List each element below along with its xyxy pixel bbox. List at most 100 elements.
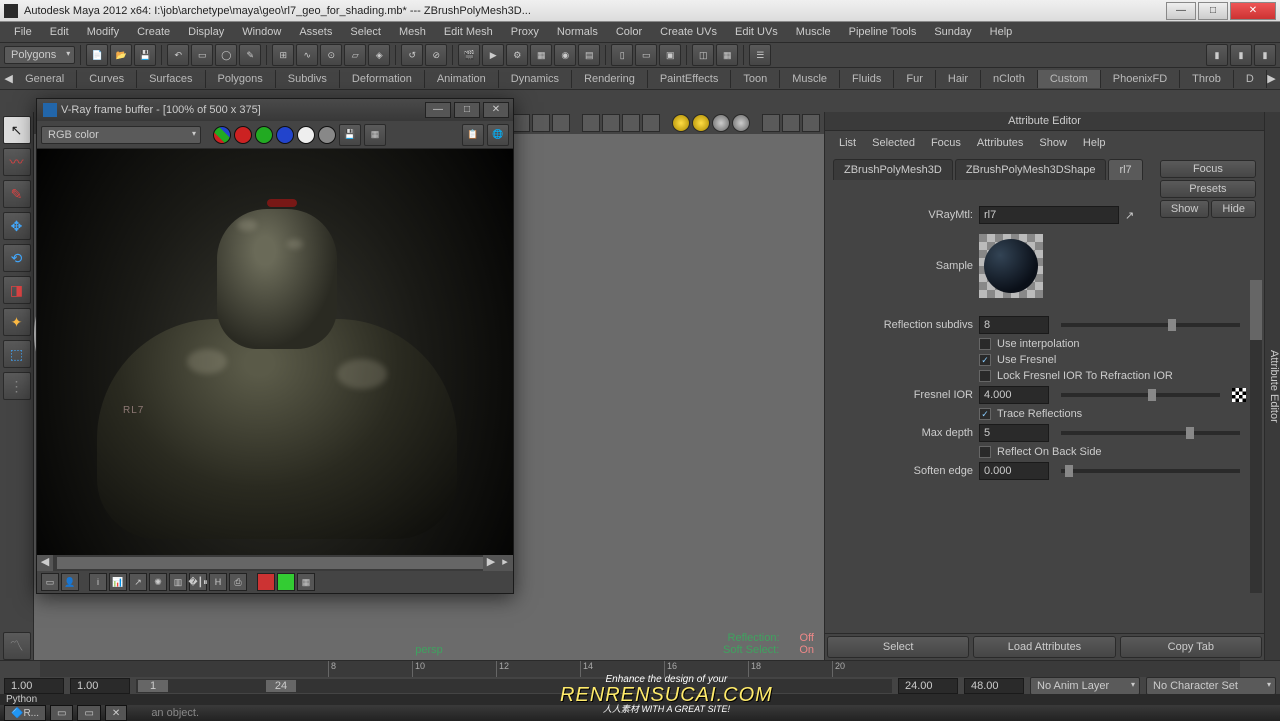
shelf-deformation[interactable]: Deformation [340,70,425,88]
save-scene-icon[interactable]: 💾 [134,44,156,66]
menu-editmesh[interactable]: Edit Mesh [436,24,501,40]
track-mouse-icon[interactable]: ▭ [41,573,59,591]
ipr-icon[interactable]: ▶ [482,44,504,66]
levels-icon[interactable]: 📊 [109,573,127,591]
green-channel-icon[interactable] [255,126,273,144]
layout2-icon[interactable]: ▭ [635,44,657,66]
vp-shadows-icon[interactable] [712,114,730,132]
srgb-icon[interactable]: ▥ [169,573,187,591]
shelf-toon[interactable]: Toon [731,70,780,88]
vfb-hscrollbar[interactable]: ◀ ▶ ▸ [37,555,513,571]
vfb-maximize-button[interactable]: □ [454,102,480,118]
select-button[interactable]: Select [827,636,969,658]
taskbar-app[interactable]: 🔷 R... [4,705,46,721]
last-tool-icon[interactable]: ⋮ [3,372,31,400]
render-view-icon[interactable]: ▦ [530,44,552,66]
taskbar-close[interactable]: ✕ [105,705,127,721]
use-interpolation-checkbox[interactable] [979,338,991,350]
attr-tab-material[interactable]: rl7 [1108,159,1142,180]
renderlayer-icon[interactable]: ▤ [578,44,600,66]
anim-layer-dropdown[interactable]: No Anim Layer [1030,677,1140,695]
shelf-surfaces[interactable]: Surfaces [137,70,205,88]
rgb-channel-icon[interactable] [213,126,231,144]
rotate-tool-icon[interactable]: ⟲ [3,244,31,272]
red-channel-icon[interactable] [234,126,252,144]
render-globals-icon[interactable]: ⚙ [506,44,528,66]
scroll-end-icon[interactable]: ▸ [497,555,513,571]
vfb-titlebar[interactable]: V-Ray frame buffer - [100% of 500 x 375]… [37,99,513,121]
mode-dropdown[interactable]: Polygons [4,46,75,64]
channel-dropdown[interactable]: RGB color [41,126,201,144]
lasso-tool-icon[interactable]: ◯ [215,44,237,66]
history-on-icon[interactable]: ↺ [401,44,423,66]
menu-create[interactable]: Create [129,24,178,40]
menu-mesh[interactable]: Mesh [391,24,434,40]
region-green-icon[interactable] [277,573,295,591]
minimize-button[interactable]: — [1166,2,1196,20]
refl-subdivs-field[interactable]: 8 [979,316,1049,334]
range-slider-end[interactable]: 24 [266,680,296,692]
soften-edge-field[interactable]: 0.000 [979,462,1049,480]
open-scene-icon[interactable]: 📂 [110,44,132,66]
shelf-d[interactable]: D [1234,70,1267,88]
clear-image-icon[interactable]: ▦ [364,124,386,146]
menu-normals[interactable]: Normals [549,24,606,40]
shelf-right-icon[interactable]: ▶ [1267,72,1276,85]
layout3-icon[interactable]: ▣ [659,44,681,66]
menu-edituvs[interactable]: Edit UVs [727,24,786,40]
reflect-back-checkbox[interactable] [979,446,991,458]
shelf-painteffects[interactable]: PaintEffects [648,70,732,88]
vp-grid-icon[interactable] [532,114,550,132]
menu-file[interactable]: File [6,24,40,40]
soften-edge-slider[interactable] [1061,469,1240,473]
taskbar-btn2[interactable]: ▭ [77,705,100,721]
shelf-muscle[interactable]: Muscle [780,70,840,88]
snap-live-icon[interactable]: ◈ [368,44,390,66]
menu-assets[interactable]: Assets [291,24,340,40]
use-fresnel-checkbox[interactable]: ✓ [979,354,991,366]
wire-icon[interactable]: ▦ [716,44,738,66]
attr-tab-shape[interactable]: ZBrushPolyMesh3DShape [955,159,1107,180]
range-end-inner-field[interactable]: 24.00 [898,678,958,694]
paint-tool-icon[interactable]: ✎ [3,180,31,208]
attr-menu-selected[interactable]: Selected [866,135,921,151]
fresnel-ior-slider[interactable] [1061,393,1220,397]
lasso-tool-icon[interactable]: 〰 [3,148,31,176]
menu-window[interactable]: Window [234,24,289,40]
command-line[interactable]: Python [0,694,1280,705]
maximize-button[interactable]: □ [1198,2,1228,20]
shelf-throb[interactable]: Throb [1180,70,1234,88]
menu-muscle[interactable]: Muscle [788,24,839,40]
shelf-dynamics[interactable]: Dynamics [499,70,572,88]
select-tool-icon[interactable]: ↖ [3,116,31,144]
fresnel-ior-field[interactable]: 4.000 [979,386,1049,404]
sidebar-toggle2-icon[interactable]: ▮ [1230,44,1252,66]
history-h-icon[interactable]: H [209,573,227,591]
menu-proxy[interactable]: Proxy [503,24,547,40]
mono-channel-icon[interactable] [318,126,336,144]
render-icon[interactable]: 🎬 [458,44,480,66]
fresnel-ior-map-icon[interactable] [1232,388,1246,402]
snap-curve-icon[interactable]: ∿ [296,44,318,66]
shelf-left-icon[interactable]: ◀ [4,72,13,85]
attr-menu-help[interactable]: Help [1077,135,1112,151]
vp-all-lights-icon[interactable] [692,114,710,132]
attr-tab-mesh[interactable]: ZBrushPolyMesh3D [833,159,953,180]
shelf-general[interactable]: General [13,70,77,88]
vp-xray-icon[interactable] [762,114,780,132]
vp-light-icon[interactable] [642,114,660,132]
menu-edit[interactable]: Edit [42,24,77,40]
compare-icon[interactable]: ⎙ [229,573,247,591]
select-tool-icon[interactable]: ▭ [191,44,213,66]
shelf-fur[interactable]: Fur [894,70,936,88]
range-slider[interactable]: 1 24 [136,679,892,693]
menu-pipeline[interactable]: Pipeline Tools [841,24,925,40]
scale-tool-icon[interactable]: ◨ [3,276,31,304]
menu-select[interactable]: Select [342,24,389,40]
region-red-icon[interactable] [257,573,275,591]
shelf-fluids[interactable]: Fluids [840,70,894,88]
corrections-icon[interactable]: i [89,573,107,591]
range-start-inner-field[interactable]: 1.00 [70,678,130,694]
shelf-ncloth[interactable]: nCloth [981,70,1038,88]
attr-menu-list[interactable]: List [833,135,862,151]
